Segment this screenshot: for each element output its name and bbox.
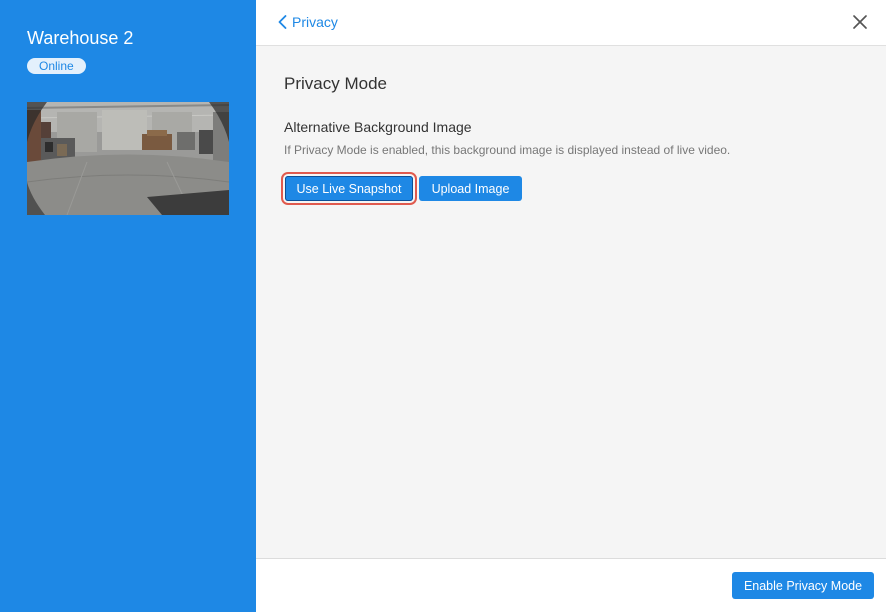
camera-name: Warehouse 2	[27, 28, 134, 48]
back-label: Privacy	[292, 14, 338, 30]
warehouse-snapshot-image	[27, 102, 229, 215]
background-image-description: If Privacy Mode is enabled, this backgro…	[284, 143, 731, 157]
section-title: Privacy Mode	[284, 74, 387, 93]
status-badge: Online	[27, 58, 86, 74]
close-icon	[853, 15, 867, 29]
chevron-left-icon	[278, 15, 287, 29]
main-panel: Privacy Privacy Mode Alternative Backgro…	[256, 0, 886, 612]
enable-privacy-mode-button[interactable]: Enable Privacy Mode	[732, 572, 874, 599]
upload-image-button[interactable]: Upload Image	[419, 176, 522, 201]
back-button[interactable]: Privacy	[278, 12, 338, 32]
panel-footer: Enable Privacy Mode	[256, 558, 886, 612]
panel-header: Privacy	[256, 0, 886, 46]
use-live-snapshot-button[interactable]: Use Live Snapshot	[281, 172, 417, 205]
background-image-title: Alternative Background Image	[284, 119, 472, 135]
sidebar: Warehouse 2 Online	[0, 0, 256, 612]
camera-thumbnail[interactable]	[27, 102, 229, 215]
close-button[interactable]	[850, 12, 870, 32]
